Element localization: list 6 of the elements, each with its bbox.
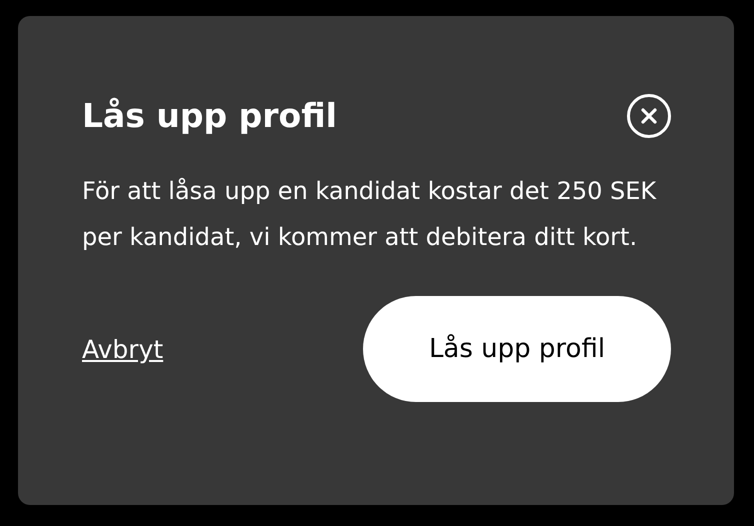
close-icon — [640, 107, 658, 125]
close-button[interactable] — [627, 94, 671, 138]
cancel-link[interactable]: Avbryt — [82, 334, 164, 364]
dialog-title: Lås upp profil — [82, 95, 337, 137]
unlock-profile-button[interactable]: Lås upp profil — [363, 296, 671, 402]
dialog-message: För att låsa upp en kandidat kostar det 250 SEK per kandidat, vi kommer att debitera ditt kort. — [82, 176, 658, 253]
